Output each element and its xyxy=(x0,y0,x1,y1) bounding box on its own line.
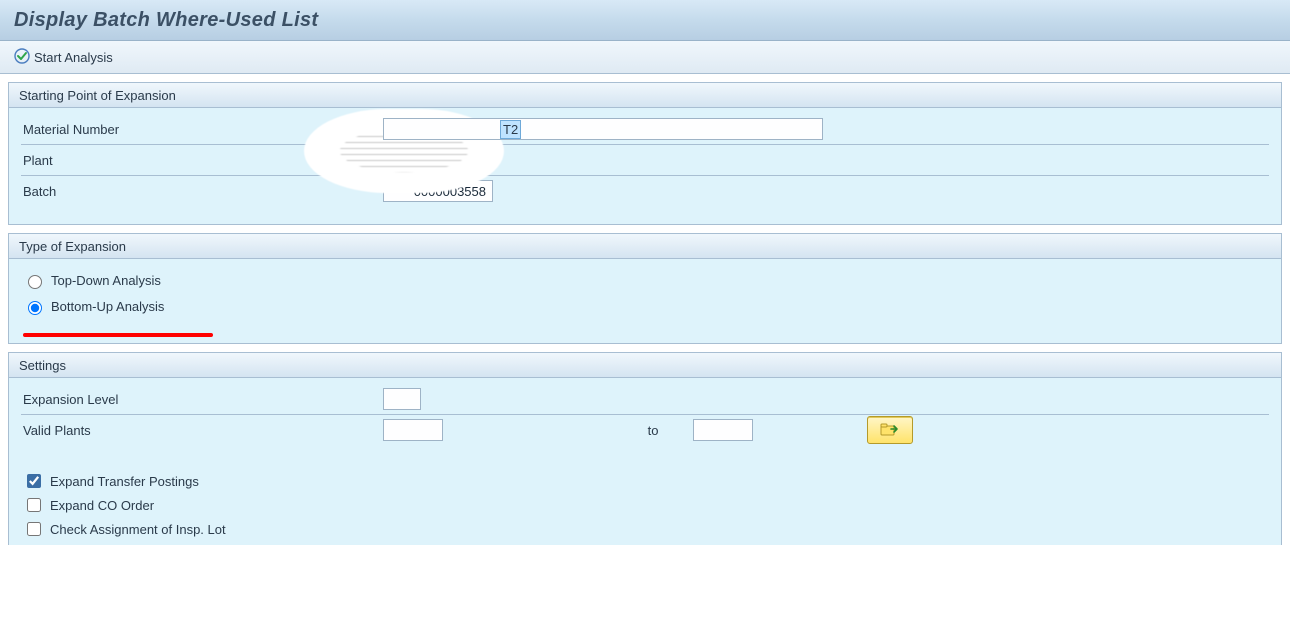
settings-check-item[interactable]: Expand CO Order xyxy=(23,493,1269,517)
check-insp-lot-label: Check Assignment of Insp. Lot xyxy=(50,522,226,537)
toolbar: Start Analysis xyxy=(0,41,1290,74)
expansion-level-label: Expansion Level xyxy=(21,392,383,407)
plant-label: Plant xyxy=(21,153,383,168)
check-insp-lot-checkbox[interactable] xyxy=(27,522,41,536)
valid-plants-label: Valid Plants xyxy=(21,423,383,438)
page-title: Display Batch Where-Used List xyxy=(14,9,318,32)
expansion-type-option[interactable]: Bottom-Up Analysis xyxy=(23,293,1267,319)
expand-co-checkbox[interactable] xyxy=(27,498,41,512)
multiple-selection-button[interactable] xyxy=(867,416,913,444)
group-starting-point: Starting Point of Expansion Material Num… xyxy=(8,82,1282,225)
annotation-red-underline xyxy=(23,333,213,337)
group-settings: Settings Expansion Level Valid Plants to xyxy=(8,352,1282,545)
material-number-label: Material Number xyxy=(21,122,383,137)
material-number-input[interactable] xyxy=(383,118,823,140)
group-type-of-expansion: Type of Expansion Top-Down Analysis Bott… xyxy=(8,233,1282,344)
page-title-bar: Display Batch Where-Used List xyxy=(0,0,1290,41)
group-settings-header: Settings xyxy=(9,353,1281,378)
group-type-of-expansion-header: Type of Expansion xyxy=(9,234,1281,259)
top-down-radio[interactable] xyxy=(28,275,42,289)
bottom-up-radio[interactable] xyxy=(28,301,42,315)
group-type-of-expansion-title: Type of Expansion xyxy=(19,239,126,254)
bottom-up-label: Bottom-Up Analysis xyxy=(51,299,164,314)
folder-arrow-icon xyxy=(880,421,900,440)
valid-plants-from-input[interactable] xyxy=(383,419,443,441)
valid-plants-to-input[interactable] xyxy=(693,419,753,441)
expand-transfer-label: Expand Transfer Postings xyxy=(50,474,199,489)
expansion-level-input[interactable] xyxy=(383,388,421,410)
start-analysis-label: Start Analysis xyxy=(34,50,113,65)
valid-plants-to-label: to xyxy=(623,423,683,438)
start-analysis-button[interactable]: Start Analysis xyxy=(10,46,117,69)
group-starting-point-header: Starting Point of Expansion xyxy=(9,83,1281,108)
execute-icon xyxy=(14,48,30,67)
app-root: Display Batch Where-Used List Start Anal… xyxy=(0,0,1290,624)
batch-input[interactable] xyxy=(383,180,493,202)
expansion-type-option[interactable]: Top-Down Analysis xyxy=(23,267,1267,293)
top-down-label: Top-Down Analysis xyxy=(51,273,161,288)
expand-transfer-checkbox[interactable] xyxy=(27,474,41,488)
group-settings-title: Settings xyxy=(19,358,66,373)
group-starting-point-title: Starting Point of Expansion xyxy=(19,88,176,103)
batch-label: Batch xyxy=(21,184,383,199)
settings-check-item[interactable]: Expand Transfer Postings xyxy=(23,469,1269,493)
settings-check-item[interactable]: Check Assignment of Insp. Lot xyxy=(23,517,1269,541)
expand-co-label: Expand CO Order xyxy=(50,498,154,513)
